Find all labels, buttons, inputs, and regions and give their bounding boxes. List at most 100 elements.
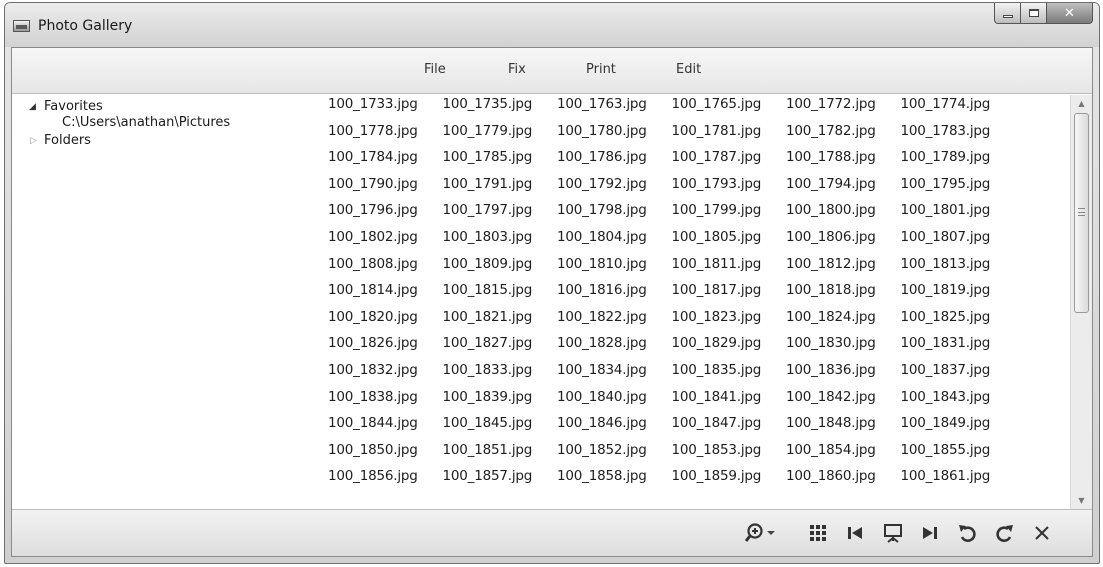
file-item[interactable]: 100_1791.jpg bbox=[443, 176, 558, 202]
file-item[interactable]: 100_1843.jpg bbox=[901, 389, 1016, 415]
zoom-button[interactable] bbox=[740, 520, 782, 546]
next-button[interactable] bbox=[916, 520, 944, 546]
file-item[interactable]: 100_1798.jpg bbox=[557, 202, 672, 228]
file-item[interactable]: 100_1785.jpg bbox=[443, 149, 558, 175]
file-item[interactable]: 100_1811.jpg bbox=[672, 256, 787, 282]
file-item[interactable]: 100_1804.jpg bbox=[557, 229, 672, 255]
file-item[interactable]: 100_1814.jpg bbox=[328, 282, 443, 308]
file-item[interactable]: 100_1792.jpg bbox=[557, 176, 672, 202]
file-item[interactable]: 100_1838.jpg bbox=[328, 389, 443, 415]
file-item[interactable]: 100_1808.jpg bbox=[328, 256, 443, 282]
file-item[interactable]: 100_1802.jpg bbox=[328, 229, 443, 255]
minimize-button[interactable] bbox=[994, 3, 1021, 24]
slideshow-button[interactable] bbox=[879, 520, 907, 546]
title-bar[interactable]: Photo Gallery ✕ bbox=[5, 3, 1099, 47]
file-item[interactable]: 100_1823.jpg bbox=[672, 309, 787, 335]
file-item[interactable]: 100_1851.jpg bbox=[443, 442, 558, 468]
file-item[interactable]: 100_1835.jpg bbox=[672, 362, 787, 388]
file-item[interactable]: 100_1848.jpg bbox=[786, 415, 901, 441]
file-item[interactable]: 100_1846.jpg bbox=[557, 415, 672, 441]
file-item[interactable]: 100_1836.jpg bbox=[786, 362, 901, 388]
file-item[interactable]: 100_1774.jpg bbox=[901, 96, 1016, 122]
file-item[interactable]: 100_1797.jpg bbox=[443, 202, 558, 228]
file-item[interactable]: 100_1821.jpg bbox=[443, 309, 558, 335]
file-item[interactable]: 100_1816.jpg bbox=[557, 282, 672, 308]
file-item[interactable]: 100_1803.jpg bbox=[443, 229, 558, 255]
file-item[interactable]: 100_1824.jpg bbox=[786, 309, 901, 335]
rotate-right-button[interactable] bbox=[991, 520, 1019, 546]
file-item[interactable]: 100_1788.jpg bbox=[786, 149, 901, 175]
file-item[interactable]: 100_1854.jpg bbox=[786, 442, 901, 468]
file-item[interactable]: 100_1832.jpg bbox=[328, 362, 443, 388]
menu-file[interactable]: File bbox=[424, 62, 446, 77]
file-item[interactable]: 100_1735.jpg bbox=[443, 96, 558, 122]
file-item[interactable]: 100_1809.jpg bbox=[443, 256, 558, 282]
file-item[interactable]: 100_1800.jpg bbox=[786, 202, 901, 228]
file-item[interactable]: 100_1860.jpg bbox=[786, 468, 901, 494]
maximize-button[interactable] bbox=[1021, 3, 1047, 24]
file-item[interactable]: 100_1778.jpg bbox=[328, 123, 443, 149]
file-item[interactable]: 100_1839.jpg bbox=[443, 389, 558, 415]
file-item[interactable]: 100_1784.jpg bbox=[328, 149, 443, 175]
file-item[interactable]: 100_1853.jpg bbox=[672, 442, 787, 468]
tree-item-folders[interactable]: Folders bbox=[44, 133, 91, 148]
tree-item-pictures-path[interactable]: C:\Users\anathan\Pictures bbox=[62, 115, 230, 130]
scroll-thumb[interactable] bbox=[1074, 113, 1089, 313]
file-item[interactable]: 100_1847.jpg bbox=[672, 415, 787, 441]
file-item[interactable]: 100_1782.jpg bbox=[786, 123, 901, 149]
file-item[interactable]: 100_1779.jpg bbox=[443, 123, 558, 149]
file-item[interactable]: 100_1850.jpg bbox=[328, 442, 443, 468]
file-item[interactable]: 100_1765.jpg bbox=[672, 96, 787, 122]
file-item[interactable]: 100_1818.jpg bbox=[786, 282, 901, 308]
file-item[interactable]: 100_1825.jpg bbox=[901, 309, 1016, 335]
file-item[interactable]: 100_1822.jpg bbox=[557, 309, 672, 335]
menu-print[interactable]: Print bbox=[586, 62, 616, 77]
file-item[interactable]: 100_1733.jpg bbox=[328, 96, 443, 122]
file-item[interactable]: 100_1834.jpg bbox=[557, 362, 672, 388]
file-item[interactable]: 100_1794.jpg bbox=[786, 176, 901, 202]
file-item[interactable]: 100_1829.jpg bbox=[672, 335, 787, 361]
menu-edit[interactable]: Edit bbox=[676, 62, 701, 77]
grid-view-button[interactable] bbox=[804, 520, 832, 546]
menu-fix[interactable]: Fix bbox=[508, 62, 526, 77]
vertical-scrollbar[interactable]: ▲ ▼ bbox=[1070, 95, 1092, 509]
previous-button[interactable] bbox=[841, 520, 869, 546]
file-item[interactable]: 100_1859.jpg bbox=[672, 468, 787, 494]
file-item[interactable]: 100_1780.jpg bbox=[557, 123, 672, 149]
file-item[interactable]: 100_1840.jpg bbox=[557, 389, 672, 415]
file-item[interactable]: 100_1845.jpg bbox=[443, 415, 558, 441]
file-item[interactable]: 100_1806.jpg bbox=[786, 229, 901, 255]
file-item[interactable]: 100_1796.jpg bbox=[328, 202, 443, 228]
file-item[interactable]: 100_1831.jpg bbox=[901, 335, 1016, 361]
file-item[interactable]: 100_1849.jpg bbox=[901, 415, 1016, 441]
file-item[interactable]: 100_1841.jpg bbox=[672, 389, 787, 415]
file-item[interactable]: 100_1787.jpg bbox=[672, 149, 787, 175]
file-item[interactable]: 100_1781.jpg bbox=[672, 123, 787, 149]
file-item[interactable]: 100_1786.jpg bbox=[557, 149, 672, 175]
file-item[interactable]: 100_1857.jpg bbox=[443, 468, 558, 494]
file-item[interactable]: 100_1819.jpg bbox=[901, 282, 1016, 308]
delete-button[interactable] bbox=[1028, 520, 1056, 546]
file-item[interactable]: 100_1858.jpg bbox=[557, 468, 672, 494]
file-item[interactable]: 100_1763.jpg bbox=[557, 96, 672, 122]
file-item[interactable]: 100_1793.jpg bbox=[672, 176, 787, 202]
expanded-arrow-icon[interactable]: ◢ bbox=[29, 102, 36, 112]
file-item[interactable]: 100_1805.jpg bbox=[672, 229, 787, 255]
file-item[interactable]: 100_1812.jpg bbox=[786, 256, 901, 282]
file-item[interactable]: 100_1817.jpg bbox=[672, 282, 787, 308]
file-item[interactable]: 100_1833.jpg bbox=[443, 362, 558, 388]
file-item[interactable]: 100_1856.jpg bbox=[328, 468, 443, 494]
file-item[interactable]: 100_1830.jpg bbox=[786, 335, 901, 361]
file-item[interactable]: 100_1789.jpg bbox=[901, 149, 1016, 175]
file-item[interactable]: 100_1852.jpg bbox=[557, 442, 672, 468]
file-item[interactable]: 100_1772.jpg bbox=[786, 96, 901, 122]
file-item[interactable]: 100_1783.jpg bbox=[901, 123, 1016, 149]
rotate-left-button[interactable] bbox=[953, 520, 981, 546]
file-item[interactable]: 100_1807.jpg bbox=[901, 229, 1016, 255]
scroll-down-icon[interactable]: ▼ bbox=[1071, 492, 1092, 509]
tree-item-favorites[interactable]: Favorites bbox=[44, 99, 103, 114]
file-item[interactable]: 100_1837.jpg bbox=[901, 362, 1016, 388]
file-item[interactable]: 100_1861.jpg bbox=[901, 468, 1016, 494]
scroll-up-icon[interactable]: ▲ bbox=[1071, 95, 1092, 112]
file-item[interactable]: 100_1810.jpg bbox=[557, 256, 672, 282]
